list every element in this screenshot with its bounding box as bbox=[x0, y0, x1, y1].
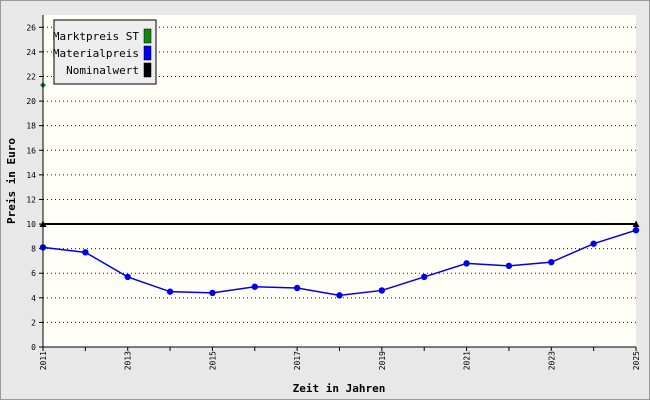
y-tick-label: 14 bbox=[26, 171, 36, 180]
data-point bbox=[505, 262, 513, 270]
y-tick-label: 0 bbox=[31, 343, 36, 352]
data-point bbox=[378, 287, 386, 294]
y-axis-label: Preis in Euro bbox=[5, 138, 18, 224]
y-ticks: 02468101214161820222426 bbox=[26, 23, 43, 352]
data-point bbox=[124, 273, 131, 281]
y-tick-label: 8 bbox=[31, 245, 36, 254]
y-tick-label: 26 bbox=[26, 23, 36, 32]
data-point bbox=[166, 288, 174, 295]
y-tick-label: 10 bbox=[26, 220, 36, 229]
data-point bbox=[632, 226, 640, 234]
y-tick-label: 18 bbox=[26, 122, 36, 131]
y-tick-label: 6 bbox=[31, 269, 36, 278]
x-tick-label: 2017 bbox=[293, 351, 302, 370]
y-tick-label: 22 bbox=[26, 72, 36, 81]
y-tick-label: 20 bbox=[26, 97, 36, 106]
data-point bbox=[421, 273, 428, 281]
y-tick-label: 16 bbox=[26, 146, 36, 155]
data-point bbox=[251, 283, 258, 290]
y-tick-label: 2 bbox=[31, 318, 36, 327]
legend: Marktpreis ST Materialpreis Nominalwert bbox=[53, 19, 157, 85]
x-axis-label: Zeit in Jahren bbox=[293, 382, 386, 395]
x-tick-label: 2021 bbox=[463, 351, 472, 370]
x-tick-label: 2013 bbox=[124, 351, 133, 370]
data-point bbox=[82, 249, 89, 256]
legend-label-nominalwert: Nominalwert bbox=[66, 64, 139, 77]
x-tick-label: 2011 bbox=[39, 351, 48, 370]
x-tick-label: 2025 bbox=[632, 351, 641, 370]
y-tick-label: 4 bbox=[31, 294, 36, 303]
chart-svg: 02468101214161820222426 2011 2013 2015 2017… bbox=[5, 15, 641, 395]
legend-swatch-nominalwert bbox=[143, 62, 152, 78]
data-point bbox=[293, 284, 301, 292]
x-tick-label: 2019 bbox=[378, 351, 387, 370]
x-ticks: 2011 2013 2015 2017 2019 2021 2023 2025 bbox=[39, 347, 641, 370]
x-tick-label: 2015 bbox=[208, 351, 217, 370]
data-point bbox=[590, 240, 597, 247]
data-point bbox=[548, 258, 555, 266]
data-point bbox=[209, 289, 216, 297]
legend-label-materialpreis: Materialpreis bbox=[53, 47, 139, 60]
y-tick-label: 12 bbox=[26, 195, 36, 204]
legend-label-marktpreis: Marktpreis ST bbox=[53, 30, 139, 43]
data-point bbox=[336, 292, 343, 299]
data-point bbox=[463, 260, 470, 267]
y-tick-label: 24 bbox=[26, 48, 36, 57]
legend-swatch-materialpreis bbox=[143, 45, 152, 61]
x-tick-label: 2023 bbox=[547, 351, 556, 370]
legend-swatch-marktpreis bbox=[143, 28, 152, 44]
